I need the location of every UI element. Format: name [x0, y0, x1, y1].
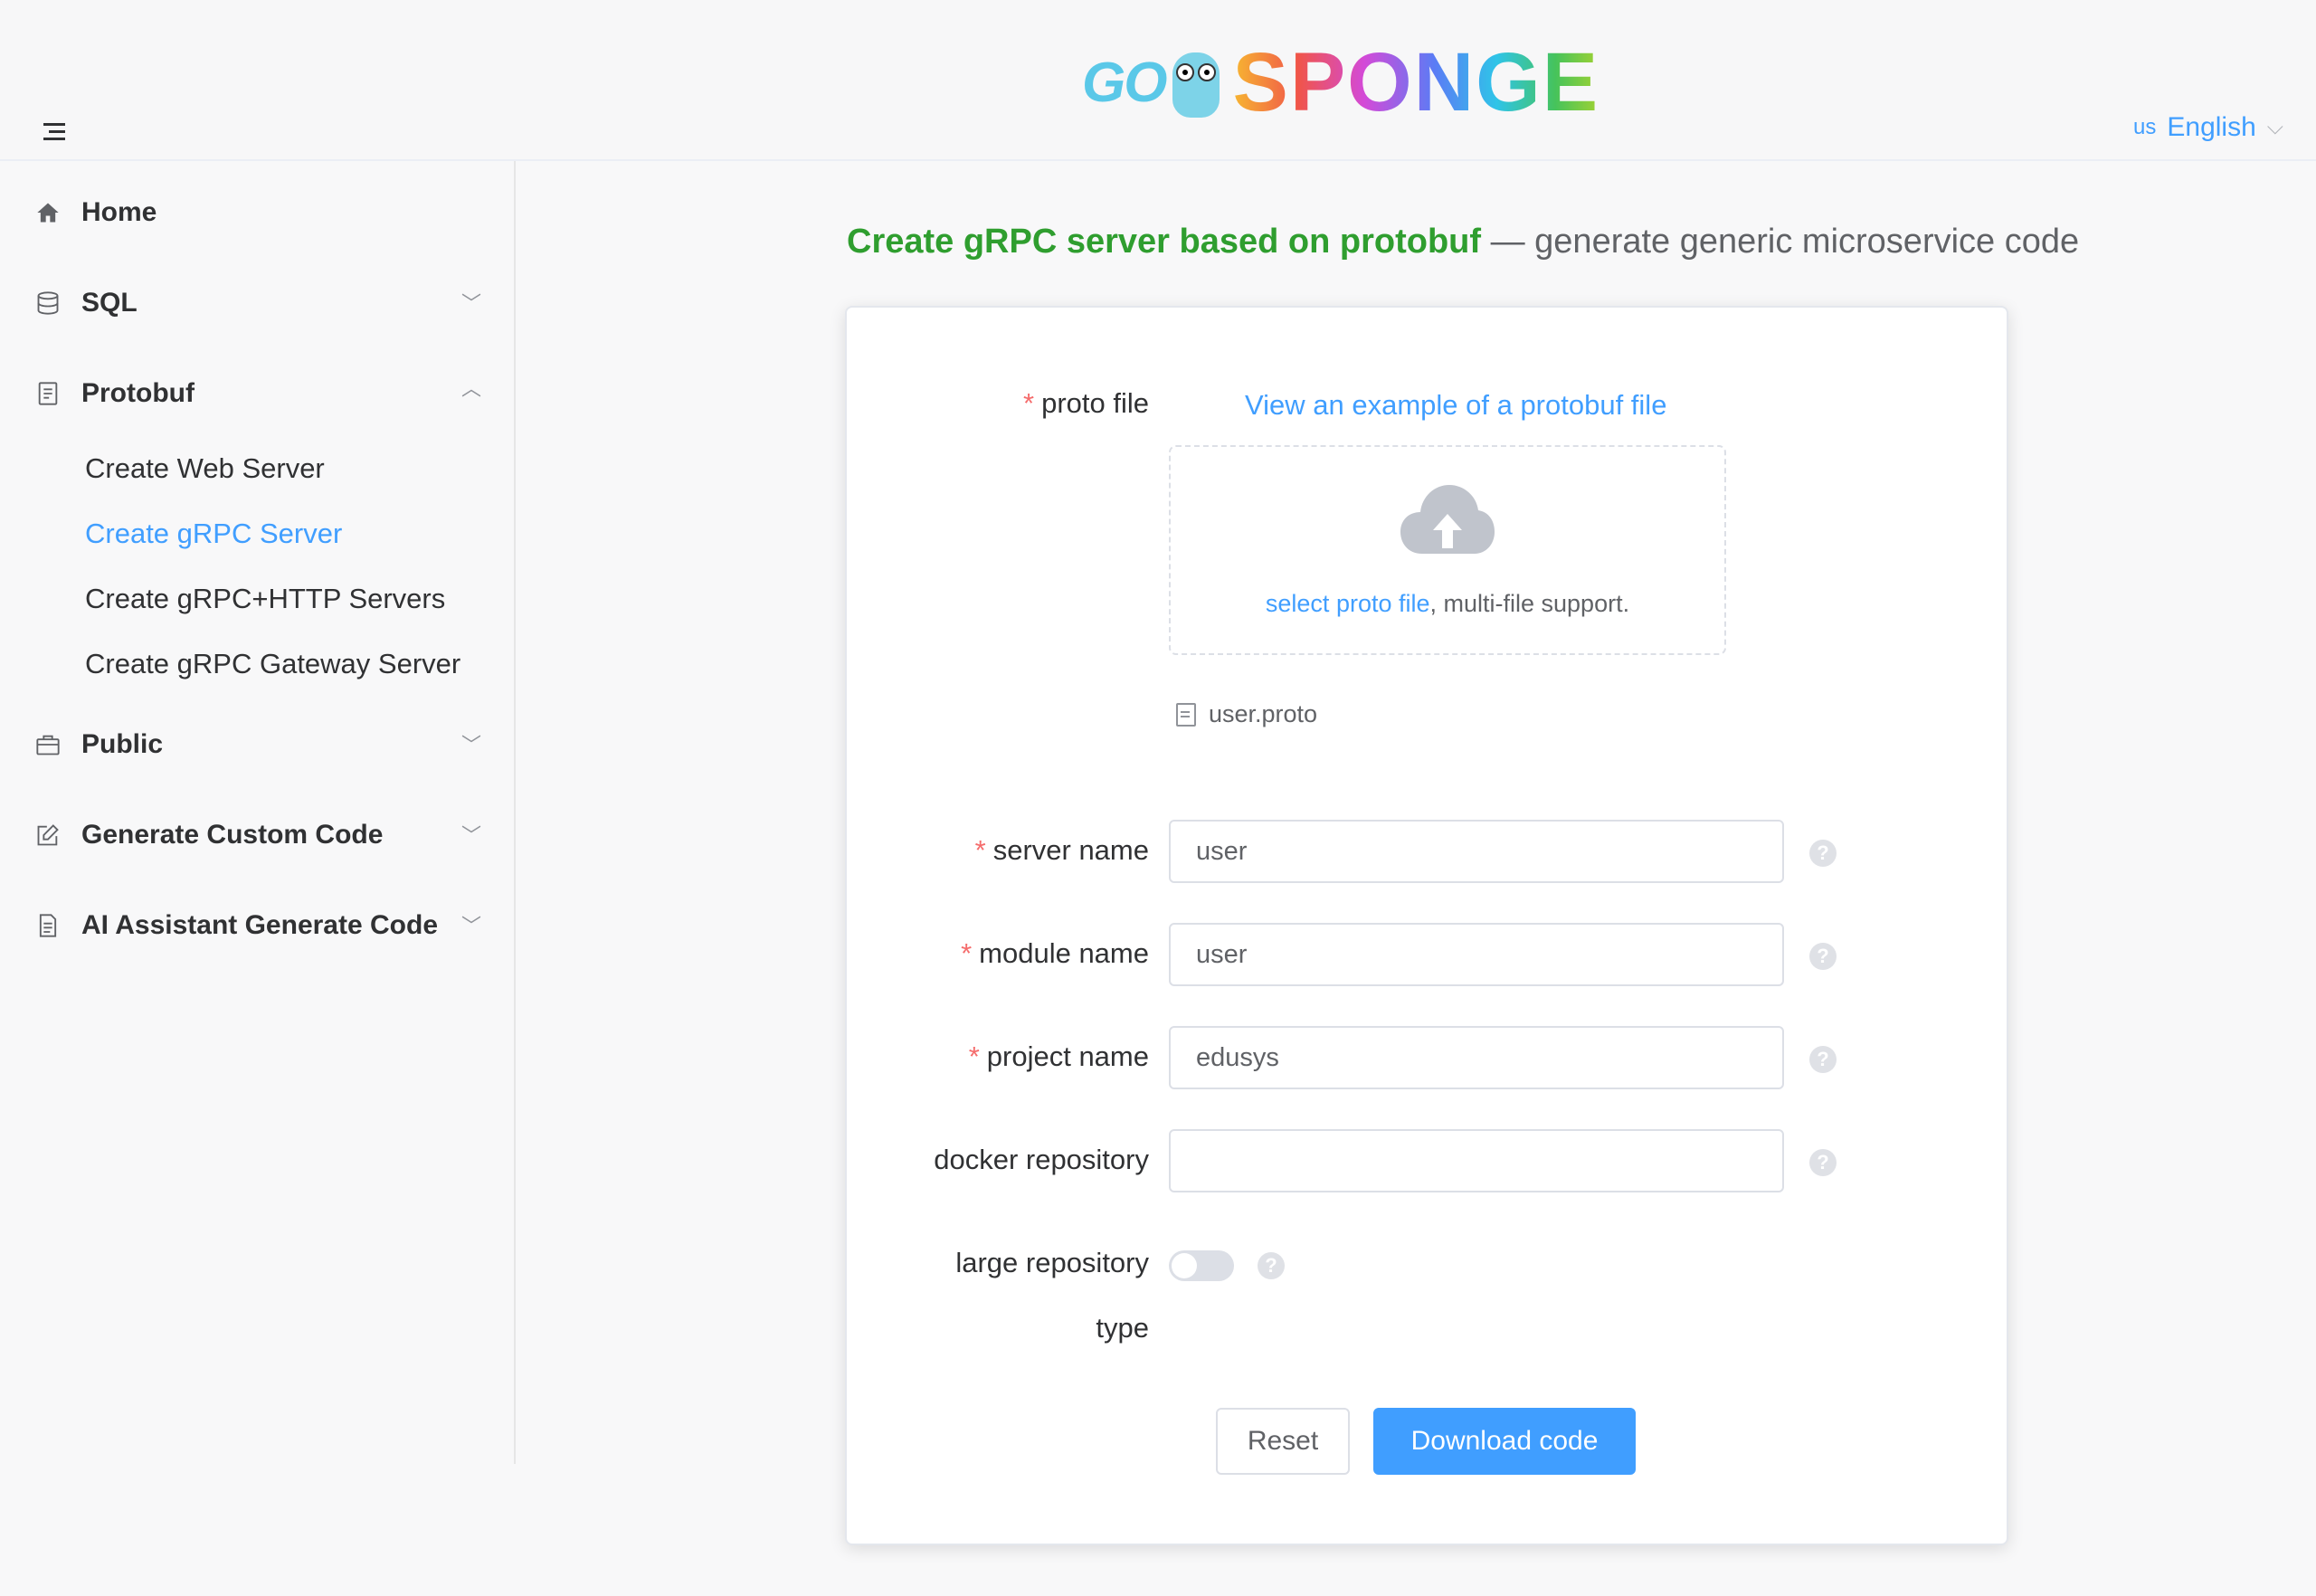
required-mark: *: [974, 834, 986, 866]
logo-sponge-text: SPONGE: [1232, 36, 1600, 128]
sidebar-item-sql[interactable]: SQL: [34, 288, 138, 318]
upload-text: select proto file, multi-file support.: [1265, 590, 1630, 617]
proto-upload-dropzone[interactable]: select proto file, multi-file support.: [1169, 445, 1726, 655]
chevron-down-icon: ⌵: [2266, 115, 2283, 139]
page-title: Create gRPC server based on protobuf — g…: [847, 223, 2079, 261]
large-repository-label-line2: type: [1096, 1312, 1149, 1344]
required-mark: *: [1023, 387, 1035, 419]
sidebar-subitem-create-grpc-server[interactable]: Create gRPC Server: [85, 518, 342, 550]
chevron-down-icon: ﹀: [460, 292, 481, 315]
page-title-rest: — generate generic microservice code: [1481, 223, 2080, 261]
chevron-up-icon: ︿: [460, 377, 481, 400]
help-icon[interactable]: ?: [1809, 840, 1837, 867]
sidebar-item-label: SQL: [81, 288, 138, 318]
language-selector[interactable]: us English ⌵: [2133, 112, 2283, 143]
docker-repository-input[interactable]: [1169, 1129, 1784, 1192]
server-name-label: * server name: [974, 834, 1149, 866]
sponge-logo: GO SPONGE: [1082, 36, 1643, 128]
sidebar-subitem-create-grpc-gateway-server[interactable]: Create gRPC Gateway Server: [85, 648, 460, 680]
view-example-link[interactable]: View an example of a protobuf file: [1245, 389, 1666, 422]
chevron-down-icon: ﹀: [460, 915, 481, 937]
briefcase-icon: [34, 731, 62, 758]
sidebar-subitem-create-web-server[interactable]: Create Web Server: [85, 452, 325, 485]
chevron-down-icon: ﹀: [460, 824, 481, 847]
sidebar-subitem-create-grpc-http-servers[interactable]: Create gRPC+HTTP Servers: [85, 583, 445, 615]
required-mark: *: [961, 937, 973, 969]
project-name-input[interactable]: edusys: [1169, 1026, 1784, 1089]
document-icon: [34, 380, 62, 407]
sidebar-item-label: Home: [81, 197, 157, 227]
proto-file-label: * proto file: [1023, 387, 1149, 419]
download-code-button[interactable]: Download code: [1373, 1408, 1636, 1475]
sidebar-item-label: Protobuf: [81, 378, 195, 408]
help-icon[interactable]: ?: [1809, 943, 1837, 970]
sidebar-item-protobuf[interactable]: Protobuf: [34, 378, 195, 409]
language-label: English: [2167, 112, 2256, 142]
docker-repository-label: docker repository: [934, 1144, 1149, 1175]
select-proto-file-link[interactable]: select proto file: [1266, 590, 1430, 617]
sidebar-item-home[interactable]: Home: [34, 197, 157, 228]
file-icon: [1176, 702, 1196, 727]
page-title-strong: Create gRPC server based on protobuf: [847, 223, 1482, 261]
sidebar-item-generate-custom-code[interactable]: Generate Custom Code: [34, 820, 383, 850]
help-icon[interactable]: ?: [1809, 1046, 1837, 1073]
required-mark: *: [968, 1040, 980, 1072]
uploaded-file-item[interactable]: user.proto: [1176, 700, 1317, 728]
uploaded-file-name: user.proto: [1209, 700, 1318, 727]
top-header: GO SPONGE us English ⌵: [0, 0, 2316, 161]
sidebar-item-label: Public: [81, 729, 164, 759]
large-repository-label-line1: large repository: [955, 1247, 1149, 1278]
sidebar: Home SQL ﹀ Protobuf ︿ Create Web Server …: [0, 161, 516, 1464]
edit-icon: [34, 822, 62, 849]
help-icon[interactable]: ?: [1809, 1149, 1837, 1176]
server-name-input[interactable]: user: [1169, 820, 1784, 883]
sidebar-item-label: AI Assistant Generate Code: [81, 910, 438, 940]
module-name-input[interactable]: user: [1169, 923, 1784, 986]
menu-toggle-icon[interactable]: [43, 123, 65, 141]
document-list-icon: [34, 912, 62, 939]
module-name-label: * module name: [961, 937, 1149, 969]
us-flag-icon: us: [2133, 115, 2157, 139]
home-icon: [34, 199, 62, 226]
help-icon[interactable]: ?: [1258, 1252, 1285, 1279]
database-icon: [34, 290, 62, 317]
reset-button[interactable]: Reset: [1216, 1408, 1350, 1475]
logo-go-text: GO: [1082, 51, 1167, 114]
gopher-mascot-icon: [1172, 47, 1220, 118]
project-name-label: * project name: [968, 1040, 1149, 1072]
sidebar-item-ai-assistant-generate-code[interactable]: AI Assistant Generate Code: [34, 910, 438, 941]
sidebar-item-public[interactable]: Public: [34, 729, 163, 760]
sidebar-item-label: Generate Custom Code: [81, 820, 384, 850]
upload-cloud-icon: [1400, 485, 1495, 554]
large-repository-toggle[interactable]: [1169, 1250, 1234, 1281]
chevron-down-icon: ﹀: [460, 734, 481, 756]
